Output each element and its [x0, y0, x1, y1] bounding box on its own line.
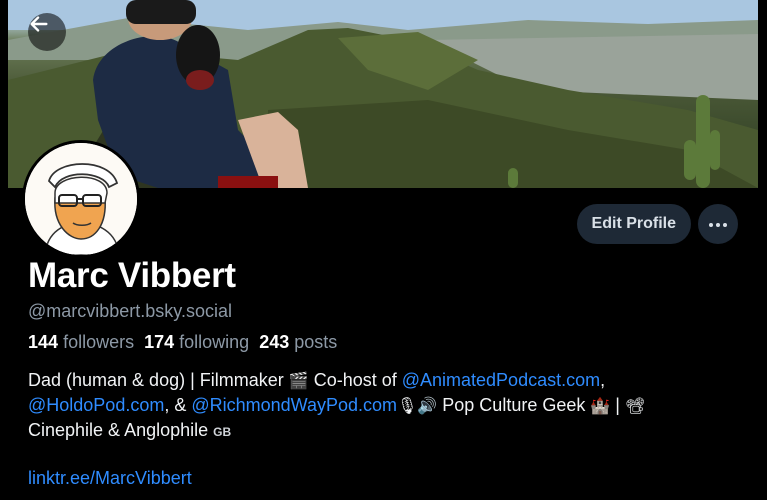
back-button[interactable]: [28, 13, 66, 51]
followers-link[interactable]: 144 followers: [28, 332, 134, 353]
profile-stats: 144 followers 174 following 243 posts: [28, 332, 337, 353]
posts-label: posts: [294, 332, 338, 352]
bio-text: Cinephile & Anglophile: [28, 420, 214, 440]
more-horizontal-icon: [708, 215, 728, 233]
mention-richmondwaypod-link[interactable]: @RichmondWayPod.com: [191, 395, 397, 415]
bio-text: Pop Culture Geek: [437, 395, 591, 415]
website-link[interactable]: linktr.ee/MarcVibbert: [28, 468, 192, 489]
followers-label: followers: [63, 332, 135, 352]
followers-count: 144: [28, 332, 59, 352]
more-options-button[interactable]: [698, 204, 738, 244]
edit-profile-button[interactable]: Edit Profile: [576, 204, 691, 244]
edit-profile-label: Edit Profile: [591, 215, 676, 232]
clapperboard-emoji: 🎬: [288, 371, 309, 390]
following-count: 174: [144, 332, 175, 352]
mention-animatedpodcast-link[interactable]: @AnimatedPodcast.com: [402, 370, 600, 390]
uk-flag-emoji: GB: [213, 425, 232, 439]
profile-actions: Edit Profile: [576, 204, 738, 244]
bio-text: , &: [164, 395, 192, 415]
profile-bio: Dad (human & dog) | Filmmaker 🎬 Co-host …: [28, 368, 738, 445]
following-label: following: [179, 332, 250, 352]
avatar-illustration: [25, 143, 137, 255]
bio-text: |: [610, 395, 625, 415]
display-name: Marc Vibbert: [28, 256, 236, 295]
mention-holdopod-link[interactable]: @HoldoPod.com: [28, 395, 164, 415]
avatar[interactable]: [22, 140, 140, 258]
posts-stat: 243 posts: [259, 332, 337, 353]
bio-text: Co-host of: [308, 370, 402, 390]
following-link[interactable]: 174 following: [144, 332, 249, 353]
bio-text: Dad (human & dog) | Filmmaker: [28, 370, 289, 390]
castle-emoji: 🏰: [590, 396, 611, 415]
projector-emoji: 📽: [624, 396, 646, 415]
profile-handle: @marcvibbert.bsky.social: [28, 301, 232, 321]
bio-text: ,: [600, 370, 606, 390]
posts-count: 243: [259, 332, 290, 352]
microphone-speaker-emoji: 🎙🔊: [397, 396, 438, 415]
